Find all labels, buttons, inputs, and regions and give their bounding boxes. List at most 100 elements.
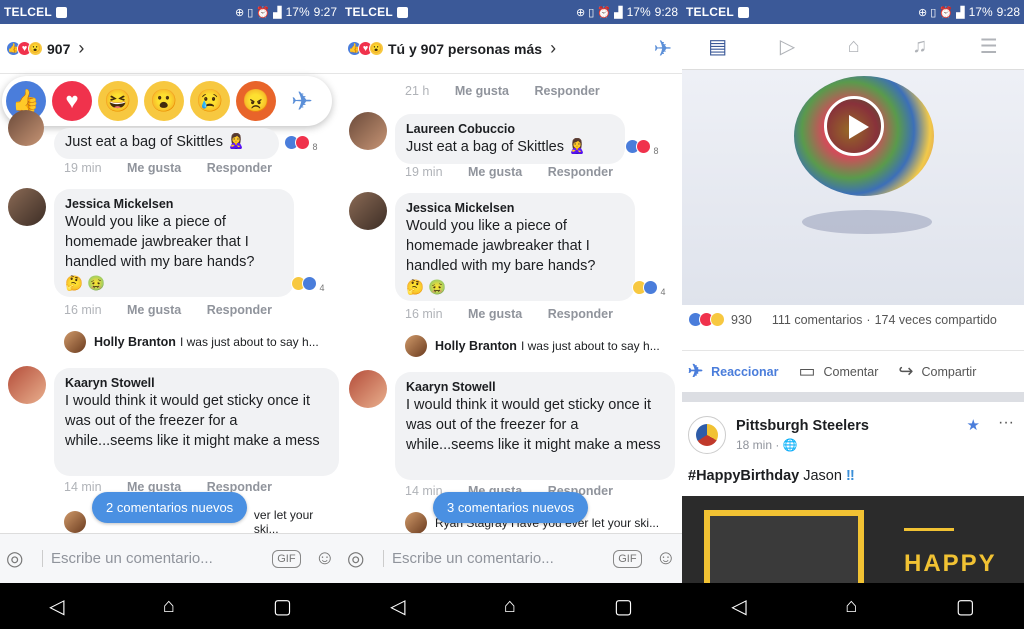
like-link[interactable]: Me gusta bbox=[468, 307, 522, 321]
news-feed-icon[interactable]: ▤ bbox=[708, 34, 727, 59]
page-logo[interactable] bbox=[688, 416, 726, 454]
status-bar: TELCEL ⊕ ▯ ⏰ ▟ 17% 9:28 bbox=[682, 0, 1024, 24]
gif-button[interactable]: GIF bbox=[613, 549, 642, 568]
android-navbar: ◁ ⌂ ▢ bbox=[341, 583, 682, 629]
home-icon[interactable]: ⌂ bbox=[504, 595, 516, 618]
comment-input[interactable]: Escribe un comentario... bbox=[383, 550, 613, 567]
new-comments-pill[interactable]: 3 comentarios nuevos bbox=[433, 492, 589, 523]
comment-author[interactable]: Kaaryn Stowell bbox=[65, 375, 328, 391]
post-actions: ✈ Reaccionar ▭ Comentar ↪ Compartir bbox=[682, 350, 1024, 392]
page-name[interactable]: Pittsburgh Steelers bbox=[736, 418, 869, 434]
back-icon[interactable]: ◁ bbox=[390, 594, 405, 619]
reply-link[interactable]: Responder bbox=[548, 307, 613, 321]
comments-count[interactable]: 111 comentarios bbox=[772, 313, 863, 327]
comment-bubble[interactable]: Just eat a bag of Skittles 🙎‍♀️ bbox=[54, 128, 279, 159]
comment-actions: 19 min Me gusta Responder bbox=[405, 165, 635, 179]
recents-icon[interactable]: ▢ bbox=[956, 594, 975, 619]
smiley-icon[interactable]: ☺ bbox=[656, 547, 676, 570]
avatar bbox=[405, 335, 427, 357]
video-icon[interactable]: ▷ bbox=[780, 34, 795, 59]
recents-icon[interactable]: ▢ bbox=[614, 594, 633, 619]
more-options-icon[interactable]: ··· bbox=[998, 414, 1014, 432]
comment-reactions[interactable]: 4 bbox=[291, 276, 325, 293]
comment-reactions[interactable]: 8 bbox=[625, 139, 659, 156]
avatar[interactable] bbox=[349, 112, 387, 150]
home-icon[interactable]: ⌂ bbox=[163, 595, 175, 618]
comment-input[interactable]: Escribe un comentario... bbox=[42, 550, 272, 567]
comment-author[interactable]: Jessica Mickelsen bbox=[65, 196, 283, 212]
reply-preview[interactable]: Holly Branton I was just about to say h.… bbox=[64, 331, 319, 353]
comment-icon: ▭ bbox=[798, 361, 816, 381]
reactions-header[interactable]: 👍 ♥ 😮 Tú y 907 personas más › ✈ bbox=[341, 24, 682, 74]
avatar[interactable] bbox=[8, 366, 46, 404]
exclamation-icon: ‼ bbox=[845, 468, 855, 484]
battery-label: 17% bbox=[626, 5, 651, 19]
like-link[interactable]: Me gusta bbox=[127, 161, 181, 175]
status-bar: TELCEL ⊕ ▯ ⏰ ▟ 17% 9:27 bbox=[0, 0, 341, 24]
smiley-icon[interactable]: ☺ bbox=[315, 547, 335, 570]
reactions-header[interactable]: 👍 ♥ 😮 907 › bbox=[0, 24, 341, 74]
reply-preview[interactable]: Holly Branton I was just about to say h.… bbox=[405, 335, 660, 357]
comment-reactions[interactable]: 4 bbox=[632, 280, 666, 297]
comment-time: 21 h bbox=[405, 84, 430, 98]
comment-bubble[interactable]: Kaaryn Stowell I would think it would ge… bbox=[54, 368, 339, 476]
wow-reaction-icon[interactable]: 😮 bbox=[144, 81, 184, 121]
share-button[interactable]: ↪ Compartir bbox=[898, 361, 976, 382]
comment-text: Would you like a piece of homemade jawbr… bbox=[65, 214, 255, 270]
angry-reaction-icon[interactable]: 😠 bbox=[236, 81, 276, 121]
feed-post: Pittsburgh Steelers 18 min · 🌐 ★ ··· #Ha… bbox=[682, 402, 1024, 590]
plane-reaction-icon[interactable]: ✈ bbox=[654, 36, 672, 62]
comment-bubble[interactable]: Laureen Cobuccio Just eat a bag of Skitt… bbox=[395, 114, 625, 164]
new-comments-pill[interactable]: 2 comentarios nuevos bbox=[92, 492, 248, 523]
comment-time: 16 min bbox=[64, 303, 102, 317]
back-icon[interactable]: ◁ bbox=[731, 594, 746, 619]
comment-button[interactable]: ▭ Comentar bbox=[799, 361, 879, 382]
like-link[interactable]: Me gusta bbox=[127, 303, 181, 317]
avatar[interactable] bbox=[8, 188, 46, 226]
reaction-icons[interactable] bbox=[688, 312, 725, 327]
shares-count[interactable]: 174 veces compartido bbox=[875, 313, 997, 327]
comment-bubble[interactable]: Jessica Mickelsen Would you like a piece… bbox=[54, 189, 294, 297]
back-icon[interactable]: ◁ bbox=[49, 594, 64, 619]
avatar[interactable] bbox=[349, 192, 387, 230]
camera-icon[interactable]: ◎ bbox=[347, 546, 383, 571]
reply-link[interactable]: Responder bbox=[207, 303, 272, 317]
avatar[interactable] bbox=[8, 110, 44, 146]
recents-icon[interactable]: ▢ bbox=[273, 594, 292, 619]
like-link[interactable]: Me gusta bbox=[468, 165, 522, 179]
haha-reaction-icon[interactable]: 😆 bbox=[98, 81, 138, 121]
gif-button[interactable]: GIF bbox=[272, 549, 301, 568]
panel-feed: TELCEL ⊕ ▯ ⏰ ▟ 17% 9:28 ▤ ▷ ⌂ ♫ ☰ 930 11… bbox=[682, 0, 1024, 629]
comment-bubble[interactable]: Kaaryn Stowell I would think it would ge… bbox=[395, 372, 675, 480]
chevron-right-icon: › bbox=[78, 38, 85, 58]
like-link[interactable]: Me gusta bbox=[455, 84, 509, 98]
video-player[interactable] bbox=[682, 70, 1024, 305]
comment-composer: ◎ Escribe un comentario... GIF ☺ bbox=[0, 533, 341, 583]
play-icon[interactable] bbox=[824, 96, 884, 156]
reaction-picker: 👍 ♥ 😆 😮 😢 😠 ✈ bbox=[2, 76, 332, 126]
comment-author[interactable]: Jessica Mickelsen bbox=[406, 200, 624, 216]
comment-text: Just eat a bag of Skittles 🙎‍♀️ bbox=[406, 139, 587, 155]
system-icons: ⊕ ▯ ⏰ ▟ bbox=[576, 6, 623, 19]
avatar[interactable] bbox=[349, 370, 387, 408]
plane-reaction-icon[interactable]: ✈ bbox=[282, 81, 322, 121]
marketplace-icon[interactable]: ⌂ bbox=[848, 35, 860, 58]
post-image[interactable]: HAPPY bbox=[682, 496, 1024, 590]
sad-reaction-icon[interactable]: 😢 bbox=[190, 81, 230, 121]
comment-author[interactable]: Kaaryn Stowell bbox=[406, 379, 664, 395]
love-reaction-icon[interactable]: ♥ bbox=[52, 81, 92, 121]
video-shadow bbox=[802, 210, 932, 234]
hashtag-link[interactable]: #HappyBirthday bbox=[688, 468, 799, 484]
comment-reactions[interactable]: 8 bbox=[284, 135, 318, 152]
comment-author[interactable]: Laureen Cobuccio bbox=[406, 121, 614, 137]
react-button[interactable]: ✈ Reaccionar bbox=[688, 361, 779, 382]
notifications-icon[interactable]: ♫ bbox=[912, 35, 927, 58]
reply-link[interactable]: Responder bbox=[207, 161, 272, 175]
reply-link[interactable]: Responder bbox=[535, 84, 600, 98]
star-icon[interactable]: ★ bbox=[967, 416, 980, 434]
comment-bubble[interactable]: Jessica Mickelsen Would you like a piece… bbox=[395, 193, 635, 301]
home-icon[interactable]: ⌂ bbox=[845, 595, 857, 618]
menu-icon[interactable]: ☰ bbox=[980, 34, 998, 59]
camera-icon[interactable]: ◎ bbox=[6, 546, 42, 571]
reply-link[interactable]: Responder bbox=[548, 165, 613, 179]
